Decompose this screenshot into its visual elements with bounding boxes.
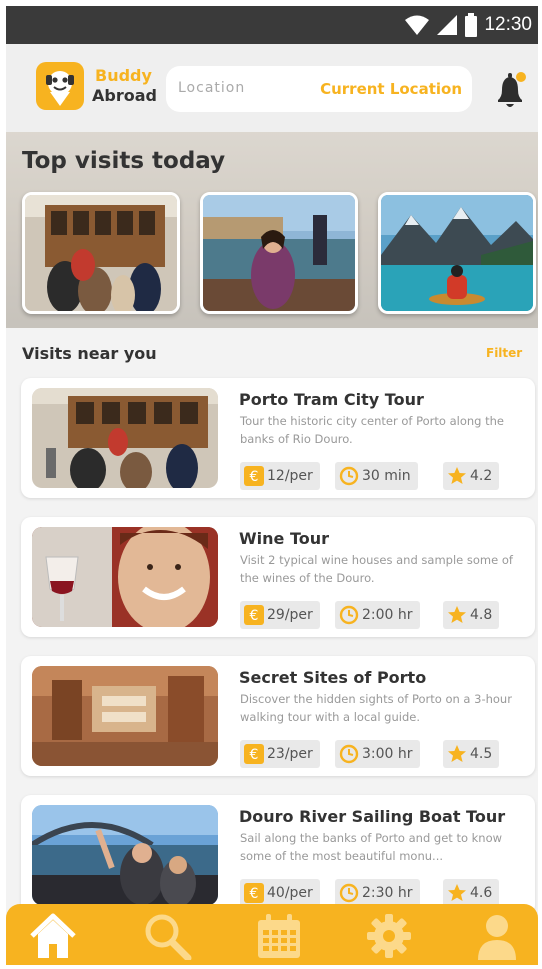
status-time: 12:30 — [484, 14, 532, 35]
visit-card[interactable]: Wine Tour Visit 2 typical wine houses an… — [21, 517, 535, 637]
rating-value: 4.5 — [470, 746, 493, 762]
top-visit-card-lake[interactable] — [378, 192, 536, 314]
visit-title: Porto Tram City Tour — [239, 390, 424, 409]
river-boat-photo — [32, 805, 218, 905]
visit-description: Sail along the banks of Porto and get to… — [240, 831, 503, 863]
visit-description: Tour the historic city center of Porto a… — [240, 414, 504, 446]
clock-icon — [339, 883, 359, 903]
calendar-icon[interactable] — [254, 912, 304, 960]
lake-photo — [381, 195, 533, 311]
rating-value: 4.6 — [470, 885, 493, 901]
rating-value: 4.8 — [470, 607, 493, 623]
euro-icon: € — [244, 744, 264, 764]
app-screen: 12:30 Buddy Abroad Location Current Loca… — [6, 6, 538, 965]
star-icon — [448, 745, 466, 762]
current-location-button[interactable]: Current Location — [320, 80, 462, 98]
euro-icon: € — [244, 605, 264, 625]
duration-badge: 2:30 hr — [335, 879, 420, 907]
location-search[interactable]: Location Current Location — [166, 66, 472, 112]
visit-thumbnail — [32, 527, 218, 627]
svg-text:€: € — [250, 747, 259, 763]
star-icon — [448, 884, 466, 901]
status-bar: 12:30 — [6, 6, 538, 44]
svg-text:€: € — [250, 469, 259, 485]
price-value: 12/per — [267, 468, 313, 484]
top-visit-card-canal[interactable] — [200, 192, 358, 314]
visit-card[interactable]: Douro River Sailing Boat Tour Sail along… — [21, 795, 535, 915]
bottom-navigation — [6, 904, 538, 965]
app-header: Buddy Abroad Location Current Location — [6, 44, 538, 132]
rating-value: 4.2 — [470, 468, 493, 484]
top-visits-section: Top visits today — [6, 132, 538, 328]
price-value: 23/per — [267, 746, 313, 762]
top-visits-title: Top visits today — [22, 148, 226, 174]
home-icon[interactable] — [28, 912, 78, 960]
search-icon[interactable] — [142, 912, 192, 960]
duration-badge: 3:00 hr — [335, 740, 420, 768]
location-input-placeholder[interactable]: Location — [178, 80, 245, 96]
euro-icon: € — [244, 883, 264, 903]
price-badge: € 23/per — [240, 740, 320, 768]
logo-mascot-icon — [46, 71, 74, 106]
visit-title: Douro River Sailing Boat Tour — [239, 807, 506, 826]
visit-thumbnail — [32, 805, 218, 905]
duration-value: 2:00 hr — [362, 607, 413, 623]
duration-badge: 30 min — [335, 462, 418, 490]
signal-icon — [437, 15, 458, 35]
price-badge: € 40/per — [240, 879, 320, 907]
duration-value: 3:00 hr — [362, 746, 413, 762]
euro-icon: € — [244, 466, 264, 486]
brand-name-line2: Abroad — [92, 86, 157, 105]
svg-text:€: € — [250, 608, 259, 624]
price-badge: € 12/per — [240, 462, 320, 490]
profile-icon[interactable] — [472, 912, 522, 960]
clock-icon — [339, 605, 359, 625]
notification-bell-icon[interactable] — [490, 68, 530, 112]
brand-name-line1: Buddy — [95, 66, 152, 85]
wifi-icon — [405, 15, 430, 35]
visit-card[interactable]: Secret Sites of Porto Discover the hidde… — [21, 656, 535, 776]
canal-photo — [203, 195, 355, 311]
visit-title: Wine Tour — [239, 529, 330, 548]
rating-badge: 4.2 — [443, 462, 500, 490]
visit-description: Visit 2 typical wine houses and sample s… — [240, 553, 513, 585]
price-value: 40/per — [267, 885, 313, 901]
rating-badge: 4.6 — [443, 879, 500, 907]
clock-icon — [339, 466, 359, 486]
filter-button[interactable]: Filter — [486, 346, 522, 360]
price-badge: € 29/per — [240, 601, 320, 629]
top-visit-card-tram[interactable] — [22, 192, 180, 314]
duration-value: 2:30 hr — [362, 885, 413, 901]
buddy-abroad-logo[interactable] — [36, 62, 84, 110]
wine-tour-photo — [32, 527, 218, 627]
duration-badge: 2:00 hr — [335, 601, 420, 629]
visit-description: Discover the hidden sights of Porto on a… — [240, 692, 512, 724]
gear-icon[interactable] — [364, 912, 414, 960]
price-value: 29/per — [267, 607, 313, 623]
visit-card[interactable]: Porto Tram City Tour Tour the historic c… — [21, 378, 535, 498]
rating-badge: 4.5 — [443, 740, 500, 768]
visit-title: Secret Sites of Porto — [239, 668, 427, 687]
tram-tour-photo — [32, 388, 218, 488]
battery-icon — [465, 13, 478, 37]
secret-sites-photo — [32, 666, 218, 766]
clock-icon — [339, 744, 359, 764]
duration-value: 30 min — [362, 468, 411, 484]
rating-badge: 4.8 — [443, 601, 500, 629]
tram-photo — [25, 195, 177, 311]
star-icon — [448, 606, 466, 623]
star-icon — [448, 467, 466, 484]
visit-thumbnail — [32, 666, 218, 766]
svg-text:€: € — [250, 886, 259, 902]
visits-near-you-title: Visits near you — [22, 344, 157, 363]
visit-thumbnail — [32, 388, 218, 488]
